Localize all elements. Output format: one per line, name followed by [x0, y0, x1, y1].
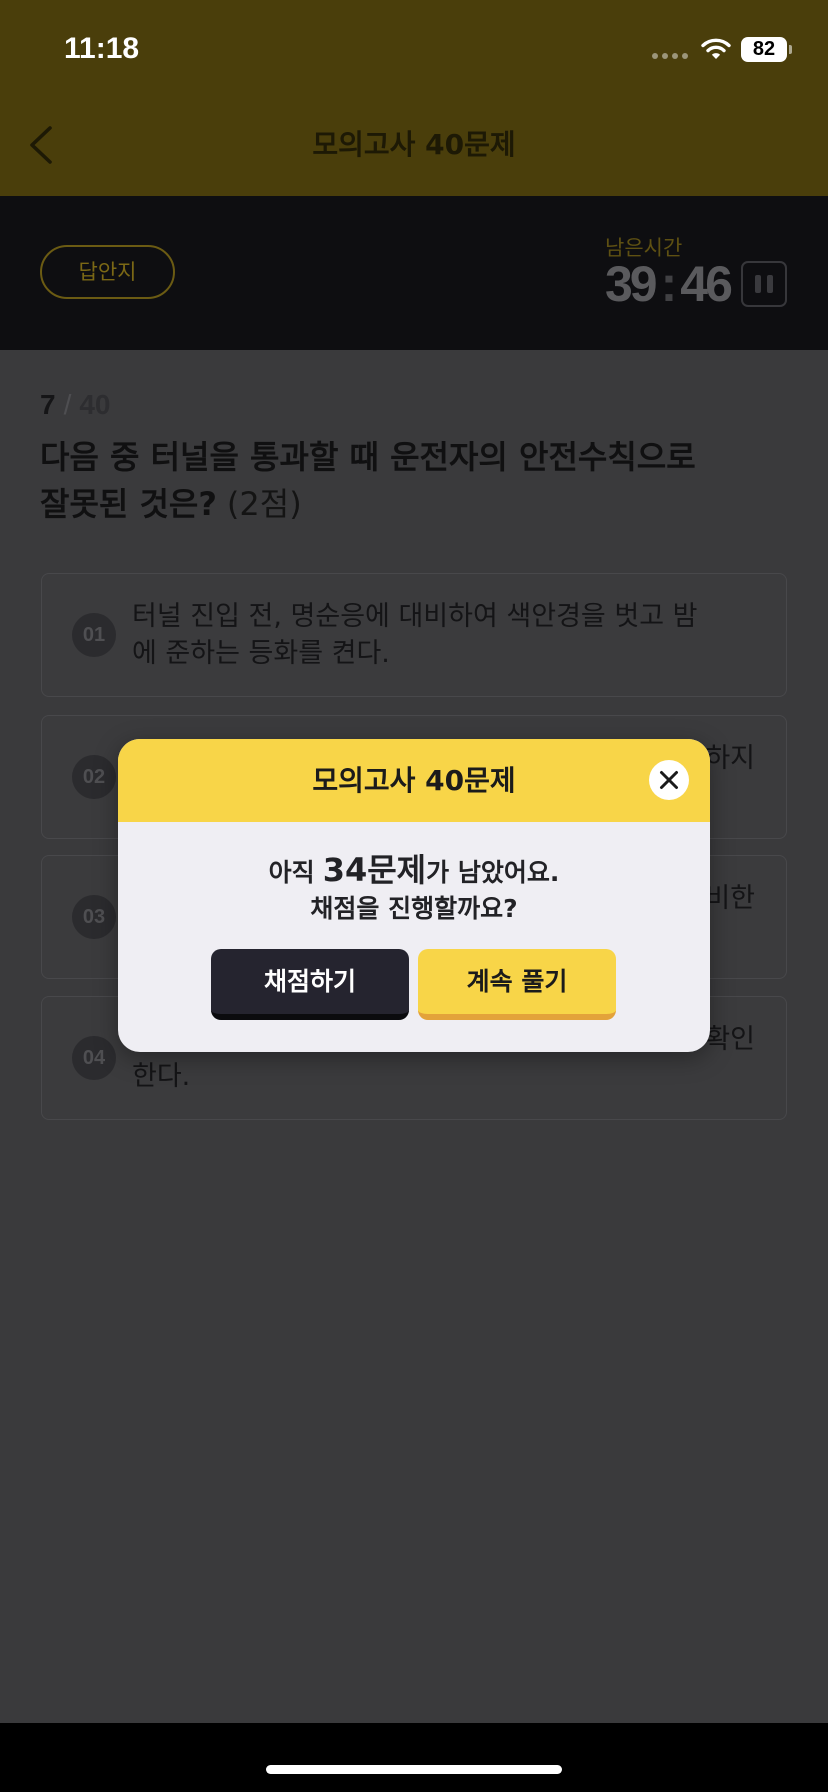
close-icon: [660, 771, 678, 789]
current-question-number: 7: [40, 389, 56, 420]
page-title: 모의고사 40문제: [312, 128, 516, 161]
total-question-count: 40: [79, 389, 111, 420]
exam-toolbar: 답안지 남은시간 39:46: [0, 196, 828, 350]
signal-dot: [652, 53, 658, 59]
wifi-icon: [701, 38, 731, 59]
signal-dot: [662, 53, 668, 59]
option-text-line: 터널 진입 전, 명순응에 대비하여 색안경을 벗고 밤: [132, 601, 698, 632]
pause-button[interactable]: [741, 261, 787, 307]
message-prefix: 아직: [268, 858, 315, 887]
timer-seconds: 46: [680, 256, 733, 312]
question-progress: 7/40: [40, 388, 111, 422]
home-indicator[interactable]: [266, 1765, 562, 1774]
timer-separator: :: [660, 256, 678, 312]
option-text-fragment: 비한: [705, 883, 755, 914]
answer-sheet-button[interactable]: 답안지: [40, 245, 175, 299]
pause-bar: [755, 275, 761, 293]
cellular-signal-icon: [652, 53, 688, 59]
option-card-1[interactable]: 01 터널 진입 전, 명순응에 대비하여 색안경을 벗고 밤 에 준하는 등화…: [41, 573, 787, 697]
option-text-line: 에 준하는 등화를 켠다.: [132, 638, 390, 669]
close-button[interactable]: [649, 760, 689, 800]
app-header: 11:18 82 모의고사 40문제: [0, 0, 828, 196]
signal-dot: [672, 53, 678, 59]
message-suffix: 가 남았어요.: [426, 858, 560, 887]
submit-confirm-dialog: 모의고사 40문제 아직 34문제가 남았어요. 채점을 진행할까요? 채점하기 …: [118, 739, 710, 1052]
dialog-title: 모의고사 40문제: [312, 764, 516, 797]
signal-dot: [682, 53, 688, 59]
timer-minutes: 39: [605, 256, 658, 312]
status-time: 11:18: [64, 32, 140, 65]
remaining-question-count: 34문제: [322, 851, 427, 889]
question-text: 다음 중 터널을 통과할 때 운전자의 안전수칙으로 잘못된 것은? (2점): [40, 434, 810, 528]
pause-icon: [755, 275, 773, 293]
dialog-message-line-2: 채점을 진행할까요?: [310, 894, 518, 923]
option-text: 터널 진입 전, 명순응에 대비하여 색안경을 벗고 밤 에 준하는 등화를 켠…: [132, 598, 697, 672]
mock-exam-screen: 11:18 82 모의고사 40문제 답안지 남은시간 39:46 7 / 40…: [0, 0, 828, 1792]
option-text-fragment: 하지: [705, 743, 755, 774]
progress-separator: /: [63, 389, 72, 420]
question-line-1: 다음 중 터널을 통과할 때 운전자의 안전수칙으로: [40, 438, 696, 476]
option-text-line: 한다.: [132, 1061, 191, 1092]
grade-button[interactable]: 채점하기: [211, 949, 409, 1020]
question-line-2-text: 잘못된 것은?: [40, 485, 217, 523]
question-points: (2점): [226, 485, 302, 523]
option-number-badge: 01: [72, 613, 116, 657]
dialog-message-line-1: 아직 34문제가 남았어요.: [118, 850, 710, 893]
option-number-badge: 04: [72, 1036, 116, 1080]
pause-bar: [767, 275, 773, 293]
option-number-badge: 02: [72, 755, 116, 799]
countdown-timer: 39:46: [605, 256, 733, 312]
continue-solving-button[interactable]: 계속 풀기: [418, 949, 616, 1020]
battery-icon: 82: [741, 37, 787, 62]
battery-cap: [789, 45, 792, 54]
option-number-badge: 03: [72, 895, 116, 939]
question-line-2: 잘못된 것은? (2점): [40, 481, 810, 528]
home-indicator-area: [0, 1723, 828, 1792]
battery-level: 82: [752, 38, 776, 60]
option-text-fragment: 확인: [705, 1024, 755, 1055]
